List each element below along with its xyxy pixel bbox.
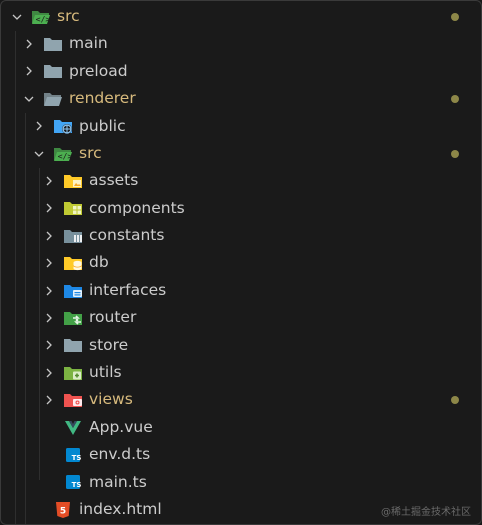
chevron-right-icon[interactable]: [19, 61, 39, 81]
chevron-down-icon[interactable]: [7, 7, 27, 27]
item-label: constants: [89, 226, 165, 245]
chevron-right-icon[interactable]: [39, 226, 59, 246]
chevron-right-icon[interactable]: [29, 116, 49, 136]
svg-text:TS: TS: [72, 481, 82, 489]
watermark: @稀土掘金技术社区: [381, 507, 471, 518]
svg-text:</>: </>: [36, 15, 51, 24]
chevron-right-icon[interactable]: [19, 34, 39, 54]
folder-item[interactable]: </> src: [1, 3, 481, 30]
item-label: src: [57, 6, 80, 25]
folder-item[interactable]: assets: [1, 167, 481, 194]
chevron-right-icon[interactable]: [39, 281, 59, 301]
database-folder-icon: [63, 254, 83, 272]
folder-item[interactable]: components: [1, 195, 481, 222]
file-item[interactable]: TS main.ts: [1, 469, 481, 496]
item-label: public: [79, 116, 126, 135]
chevron-right-icon[interactable]: [39, 308, 59, 328]
public-folder-icon: [53, 117, 73, 135]
file-explorer-tree: </> src main preload renderer public </> src ass…: [0, 0, 482, 525]
item-label: main: [69, 34, 108, 53]
chevron-right-icon[interactable]: [39, 171, 59, 191]
chevron-right-icon[interactable]: [39, 363, 59, 383]
folder-item[interactable]: db: [1, 250, 481, 277]
chevron-right-icon[interactable]: [39, 335, 59, 355]
item-label: src: [79, 143, 102, 162]
folder-item[interactable]: constants: [1, 222, 481, 249]
folder-item[interactable]: interfaces: [1, 277, 481, 304]
code-folder-open-icon: </>: [53, 145, 73, 163]
item-label: assets: [89, 171, 139, 190]
constants-folder-icon: [63, 227, 83, 245]
svg-text:</>: </>: [58, 152, 73, 161]
chevron-right-icon[interactable]: [39, 198, 59, 218]
folder-icon: [63, 336, 83, 354]
file-item[interactable]: TS env.d.ts: [1, 441, 481, 468]
item-label: main.ts: [89, 472, 147, 491]
code-folder-open-icon: </>: [31, 8, 51, 26]
item-label: db: [89, 253, 109, 272]
folder-icon: [43, 62, 63, 80]
folder-item[interactable]: public: [1, 113, 481, 140]
chevron-down-icon[interactable]: [19, 89, 39, 109]
item-label: index.html: [79, 499, 162, 518]
typescript-file-icon: TS: [63, 473, 83, 491]
folder-open-icon: [43, 90, 63, 108]
modified-indicator-dot: [451, 12, 459, 21]
views-folder-icon: [63, 391, 83, 409]
file-item[interactable]: App.vue: [1, 414, 481, 441]
chevron-right-icon[interactable]: [39, 253, 59, 273]
utils-folder-icon: [63, 364, 83, 382]
html-file-icon: 5: [53, 501, 73, 519]
item-label: components: [89, 198, 185, 217]
item-label: preload: [69, 61, 128, 80]
folder-item[interactable]: router: [1, 304, 481, 331]
interfaces-folder-icon: [63, 282, 83, 300]
router-folder-icon: [63, 309, 83, 327]
folder-item[interactable]: main: [1, 30, 481, 57]
folder-item[interactable]: preload: [1, 58, 481, 85]
svg-text:TS: TS: [72, 454, 82, 462]
item-label: router: [89, 308, 137, 327]
item-label: views: [89, 390, 133, 409]
chevron-right-icon[interactable]: [39, 390, 59, 410]
folder-item[interactable]: views: [1, 386, 481, 413]
typescript-file-icon: TS: [63, 446, 83, 464]
item-label: env.d.ts: [89, 445, 151, 464]
item-label: utils: [89, 363, 122, 382]
modified-indicator-dot: [451, 94, 459, 103]
item-label: renderer: [69, 89, 136, 108]
folder-item[interactable]: </> src: [1, 140, 481, 167]
item-label: interfaces: [89, 280, 167, 299]
folder-item[interactable]: store: [1, 332, 481, 359]
folder-icon: [43, 35, 63, 53]
assets-folder-icon: [63, 172, 83, 190]
folder-item[interactable]: utils: [1, 359, 481, 386]
modified-indicator-dot: [451, 396, 459, 405]
modified-indicator-dot: [451, 149, 459, 158]
vue-file-icon: [63, 419, 83, 437]
svg-text:5: 5: [60, 506, 66, 516]
chevron-down-icon[interactable]: [29, 144, 49, 164]
folder-item[interactable]: renderer: [1, 85, 481, 112]
components-folder-icon: [63, 199, 83, 217]
item-label: store: [89, 335, 129, 354]
item-label: App.vue: [89, 417, 153, 436]
